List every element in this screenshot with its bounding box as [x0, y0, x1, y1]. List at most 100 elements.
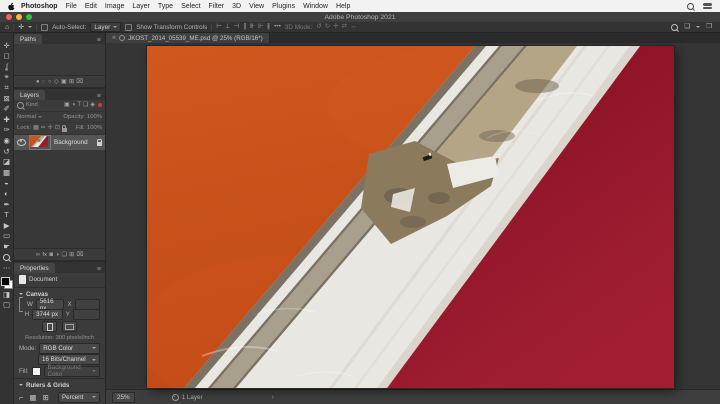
more-align-options-button[interactable]: •••: [274, 23, 281, 31]
zoom-window-button[interactable]: [26, 14, 32, 20]
fill-color-swatch[interactable]: [31, 366, 41, 376]
eye-icon[interactable]: [17, 138, 26, 146]
status-expand-icon[interactable]: ›: [272, 394, 274, 401]
menu-item-edit[interactable]: Edit: [81, 3, 101, 10]
search-icon[interactable]: [671, 23, 679, 31]
blend-mode-dropdown[interactable]: Normal: [17, 114, 36, 120]
filter-kind-label[interactable]: Kind: [26, 102, 38, 108]
delete-layer-icon[interactable]: ⌧: [77, 252, 84, 258]
crop-tool[interactable]: ⌗: [0, 82, 13, 93]
y-field[interactable]: [72, 308, 100, 320]
align-center-icon[interactable]: ⊥: [225, 23, 231, 31]
window-title-bar[interactable]: Adobe Photoshop 2021: [0, 12, 720, 22]
canvas-fill-dropdown[interactable]: Background Color: [43, 364, 100, 378]
blur-tool[interactable]: ◒: [0, 178, 13, 189]
align-right-icon[interactable]: ⊣: [234, 23, 240, 31]
distribute-left-icon[interactable]: ∥: [243, 23, 246, 31]
zoom-level-field[interactable]: 25%: [112, 391, 135, 403]
lock-pixels-icon[interactable]: ✑: [41, 125, 46, 131]
brush-tool[interactable]: ✑: [0, 125, 13, 136]
eyedropper-tool[interactable]: ✐: [0, 104, 13, 115]
layer-row-background[interactable]: Background: [14, 134, 105, 150]
frame-tool[interactable]: ⊠: [0, 93, 13, 104]
fill-path-icon[interactable]: ●: [36, 79, 40, 85]
distribute-center-icon[interactable]: ⊪: [250, 23, 256, 31]
opacity-value[interactable]: 100%: [87, 114, 102, 120]
roll-3d-icon[interactable]: ↻: [325, 23, 330, 31]
menu-item-image[interactable]: Image: [101, 3, 128, 10]
pixel-filter-icon[interactable]: ▣: [64, 102, 70, 108]
menu-item-photoshop[interactable]: Photoshop: [15, 3, 62, 10]
panel-menu-icon[interactable]: ≡: [93, 37, 105, 44]
ruler-icon[interactable]: ⌐: [19, 393, 23, 402]
layer-mask-icon[interactable]: ◙: [49, 252, 53, 258]
marquee-tool[interactable]: ◻: [0, 51, 13, 62]
menu-item-help[interactable]: Help: [332, 3, 354, 10]
menu-item-layer[interactable]: Layer: [128, 3, 154, 10]
quick-mask-button[interactable]: ◨: [0, 289, 13, 300]
stroke-path-icon[interactable]: ◌: [42, 79, 45, 85]
eraser-tool[interactable]: ◪: [0, 157, 13, 168]
home-icon[interactable]: ⌂: [5, 24, 9, 31]
tab-layers[interactable]: Layers: [14, 90, 45, 101]
orbit-3d-icon[interactable]: ↺: [316, 23, 321, 31]
collapse-canvas-icon[interactable]: [19, 293, 23, 296]
menu-item-filter[interactable]: Filter: [205, 3, 229, 10]
menu-item-3d[interactable]: 3D: [228, 3, 245, 10]
current-path-icon[interactable]: ▣: [61, 79, 66, 85]
show-transform-checkbox[interactable]: [125, 23, 133, 31]
hand-tool[interactable]: ☛: [0, 241, 13, 252]
auto-select-target-dropdown[interactable]: Layer: [90, 22, 122, 32]
tab-properties[interactable]: Properties: [14, 263, 55, 274]
menu-item-view[interactable]: View: [245, 3, 268, 10]
new-layer-icon[interactable]: ⊞: [69, 252, 74, 258]
collapse-rulers-icon[interactable]: [19, 384, 23, 386]
layer-thumbnail[interactable]: [29, 134, 51, 150]
menu-item-file[interactable]: File: [62, 3, 81, 10]
paths-list[interactable]: [14, 44, 105, 76]
menu-item-plugins[interactable]: Plugins: [268, 3, 299, 10]
panel-menu-icon[interactable]: ≡: [93, 266, 105, 273]
portrait-orientation-button[interactable]: [42, 321, 57, 333]
menu-item-window[interactable]: Window: [299, 3, 332, 10]
lock-all-icon[interactable]: [61, 124, 67, 132]
grid-icon[interactable]: ▦: [29, 393, 36, 402]
lock-transparency-icon[interactable]: ▦: [33, 125, 39, 131]
type-filter-icon[interactable]: T: [77, 102, 81, 108]
scale-3d-icon[interactable]: ↔: [350, 23, 357, 31]
mask-from-path-icon[interactable]: ◇: [54, 79, 58, 85]
object-selection-tool[interactable]: ⌖: [0, 72, 13, 83]
lock-position-icon[interactable]: ✛: [48, 125, 53, 131]
canvas-viewport[interactable]: [106, 43, 720, 404]
distribute-right-icon[interactable]: ⊩: [258, 23, 264, 31]
delete-path-icon[interactable]: ⌧: [76, 79, 83, 85]
panel-menu-icon[interactable]: ≡: [93, 93, 105, 100]
new-path-icon[interactable]: ⊞: [69, 79, 74, 85]
tab-paths[interactable]: Paths: [14, 34, 43, 44]
smart-object-filter-icon[interactable]: ◈: [90, 102, 95, 108]
shape-filter-icon[interactable]: ❏: [83, 102, 88, 108]
zoom-tool[interactable]: [0, 252, 13, 263]
gradient-tool[interactable]: ▩: [0, 167, 13, 178]
arrange-documents-icon[interactable]: ❐: [706, 23, 712, 31]
adjustment-filter-icon[interactable]: ◑: [72, 102, 76, 108]
distribute-spacing-icon[interactable]: ∦: [267, 23, 270, 31]
minimize-window-button[interactable]: [16, 14, 22, 20]
search-icon[interactable]: [687, 2, 694, 10]
drag-3d-icon[interactable]: ✛: [333, 23, 338, 31]
close-tab-icon[interactable]: ×: [112, 35, 116, 42]
lasso-tool[interactable]: ʆ: [0, 61, 13, 72]
filter-toggle-icon[interactable]: [98, 103, 102, 108]
document-tab[interactable]: × JKOST_2014_05539_ME.psd @ 25% (RGB/16*…: [106, 33, 270, 43]
pen-tool[interactable]: ✒: [0, 199, 13, 210]
units-dropdown[interactable]: Percent: [58, 391, 100, 403]
move-tool[interactable]: ✛: [0, 40, 13, 51]
menu-item-type[interactable]: Type: [154, 3, 177, 10]
landscape-orientation-button[interactable]: [62, 321, 77, 333]
screen-mode-button[interactable]: ▢: [0, 300, 13, 311]
workspace-icon[interactable]: ❏: [684, 23, 690, 31]
filter-search-icon[interactable]: [17, 101, 24, 109]
foreground-color-swatch[interactable]: [0, 277, 10, 287]
shape-tool[interactable]: ▭: [0, 231, 13, 242]
auto-select-checkbox[interactable]: [41, 23, 49, 31]
